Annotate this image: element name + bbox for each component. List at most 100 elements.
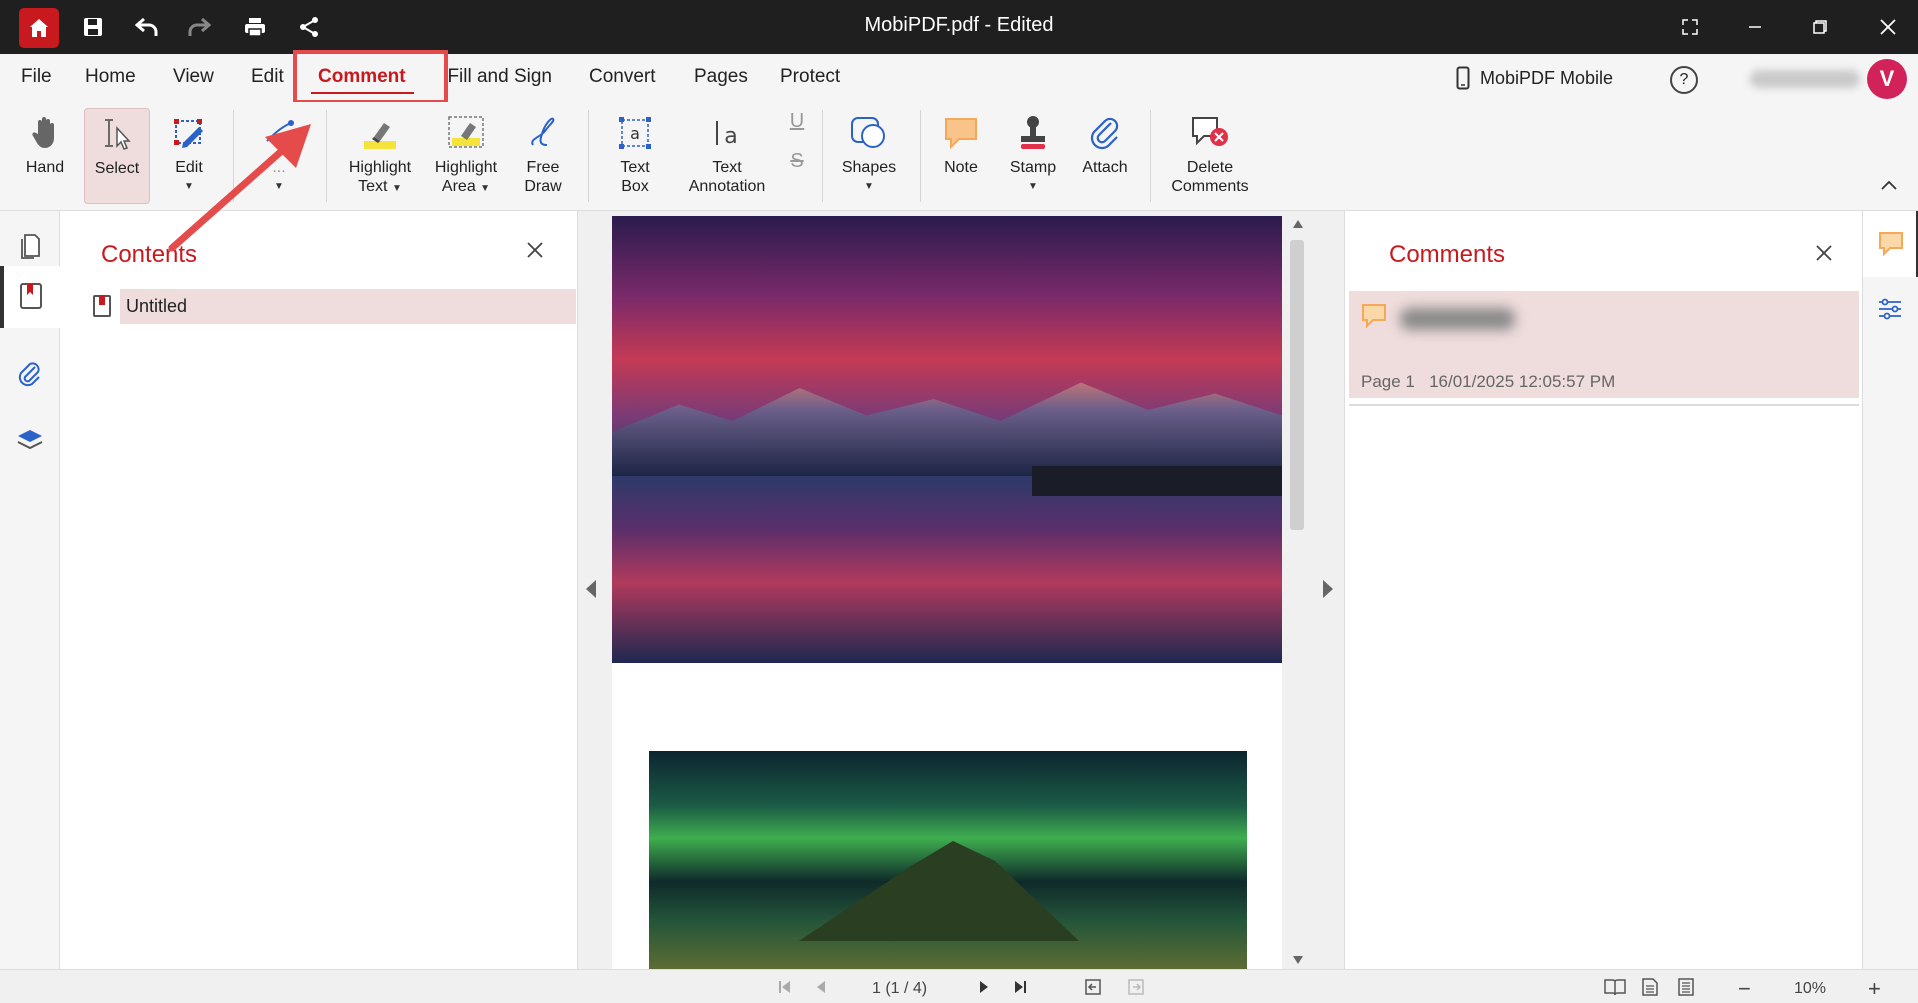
next-page-button[interactable] (978, 976, 990, 998)
delete-comments-button[interactable]: Delete Comments (1162, 108, 1258, 204)
status-bar (0, 969, 1918, 1003)
close-contents-button[interactable] (526, 236, 544, 264)
menu-pages[interactable]: Pages (694, 66, 748, 88)
right-sidebar-rail (1862, 211, 1918, 969)
bookmark-icon (93, 295, 111, 317)
close-button[interactable] (1868, 10, 1908, 44)
zoom-out-button[interactable]: − (1738, 976, 1751, 1002)
note-icon (1362, 304, 1386, 329)
shapes-label: Shapes (841, 159, 897, 176)
previous-page-button[interactable] (815, 976, 827, 998)
continuous-view-button[interactable] (1678, 976, 1694, 998)
draw-tool-button[interactable]: ... ▼ (248, 108, 310, 204)
comments-title: Comments (1389, 241, 1506, 268)
pdf-page[interactable] (612, 216, 1282, 969)
zoom-in-button[interactable]: + (1868, 976, 1881, 1002)
pages-thumbnails-button[interactable] (14, 229, 46, 261)
bookmark-item[interactable]: Untitled (126, 296, 187, 317)
free-draw-icon (531, 117, 555, 146)
menu-fill-and-sign-label: Fill and Sign (447, 66, 552, 87)
user-name (1750, 70, 1860, 88)
close-icon (1816, 245, 1832, 261)
select-tool-button[interactable]: Select (84, 108, 150, 204)
strikethrough-icon: S (790, 150, 804, 172)
continuous-page-icon (1678, 978, 1694, 996)
text-annotation-button[interactable]: a Text Annotation (682, 108, 772, 204)
menu-fill-and-sign[interactable]: Fill and Sign (436, 66, 552, 88)
draw-label: ... (272, 159, 286, 176)
paperclip-icon (18, 362, 40, 387)
note-button[interactable]: Note (932, 108, 990, 204)
ribbon-separator (822, 110, 823, 202)
free-draw-button[interactable]: Free Draw (514, 108, 572, 204)
stamp-button[interactable]: Stamp ▼ (1002, 108, 1064, 204)
layers-panel-button[interactable] (14, 424, 46, 456)
ribbon-separator (588, 110, 589, 202)
last-page-button[interactable] (1013, 976, 1027, 998)
mobipdf-mobile-label: MobiPDF Mobile (1480, 67, 1614, 88)
page-image-aurora (649, 751, 1247, 969)
zoom-level[interactable]: 10% (1794, 980, 1826, 998)
menu-view[interactable]: View (173, 66, 214, 88)
draw-line-icon (266, 120, 294, 142)
text-box-icon: a (619, 117, 651, 149)
edit-label: Edit (175, 159, 203, 176)
menu-home[interactable]: Home (85, 66, 136, 88)
reading-mode-button[interactable] (1604, 976, 1626, 998)
comments-rail-button[interactable] (1863, 211, 1918, 277)
maximize-button[interactable] (1800, 10, 1840, 44)
bookmark-icon (20, 283, 42, 309)
chevron-down-icon: ▼ (864, 181, 874, 192)
shapes-button[interactable]: Shapes ▼ (836, 108, 902, 204)
sliders-icon (1879, 298, 1901, 320)
page-indicator[interactable]: 1 (1 / 4) (872, 980, 927, 998)
scrollbar-thumb[interactable] (1290, 240, 1304, 530)
ribbon-separator (233, 110, 234, 202)
minimize-button[interactable] (1735, 10, 1775, 44)
free-draw-label-1: Free (526, 159, 560, 176)
close-comments-button[interactable] (1815, 239, 1833, 267)
single-page-view-button[interactable] (1642, 976, 1658, 998)
attach-button[interactable]: Attach (1076, 108, 1134, 204)
bookmarks-panel-button[interactable] (0, 266, 60, 328)
menu-protect[interactable]: Protect (780, 66, 840, 88)
mobipdf-mobile-button[interactable]: MobiPDF Mobile (1456, 66, 1613, 90)
minimize-icon (1749, 26, 1761, 28)
first-page-button[interactable] (778, 976, 792, 998)
pages-icon (21, 234, 40, 259)
note-icon (945, 118, 977, 150)
highlight-text-button[interactable]: Highlight Text ▼ (340, 108, 420, 204)
collapse-ribbon-button[interactable] (1880, 178, 1898, 196)
contents-title: Contents (101, 241, 198, 268)
text-annotation-icon: a (716, 121, 738, 149)
collapse-right-panel-button[interactable] (1323, 580, 1333, 598)
avatar[interactable]: V (1867, 59, 1907, 99)
highlight-area-label-1: Highlight (434, 159, 498, 176)
window-title: MobiPDF.pdf - Edited (864, 14, 1054, 36)
help-button[interactable]: ? (1670, 66, 1698, 94)
fullscreen-button[interactable] (1670, 10, 1710, 44)
attachments-panel-button[interactable] (14, 359, 46, 391)
comment-page: Page 1 (1361, 372, 1415, 391)
svg-text:a: a (724, 124, 737, 149)
free-draw-label-2: Draw (524, 178, 562, 195)
highlight-area-button[interactable]: Highlight Area ▼ (426, 108, 506, 204)
edit-shape-icon (174, 119, 203, 148)
go-forward-view-button[interactable] (1127, 976, 1145, 998)
go-back-view-button[interactable] (1084, 976, 1102, 998)
text-box-button[interactable]: a Text Box (604, 108, 666, 204)
ribbon-separator (1150, 110, 1151, 202)
delete-comments-icon (1192, 117, 1228, 146)
scroll-down-icon (1293, 956, 1303, 964)
menu-edit[interactable]: Edit (251, 66, 284, 88)
filter-settings-button[interactable] (1877, 297, 1903, 326)
close-icon (1880, 19, 1896, 35)
collapse-left-panel-button[interactable] (586, 580, 596, 598)
forward-view-icon (1128, 979, 1144, 995)
attach-label: Attach (1082, 159, 1128, 176)
hand-tool-button[interactable]: Hand (14, 108, 76, 204)
menu-convert[interactable]: Convert (589, 66, 656, 88)
edit-tool-button[interactable]: Edit ▼ (160, 108, 218, 204)
layers-icon (17, 430, 43, 450)
menu-file[interactable]: File (21, 66, 52, 88)
